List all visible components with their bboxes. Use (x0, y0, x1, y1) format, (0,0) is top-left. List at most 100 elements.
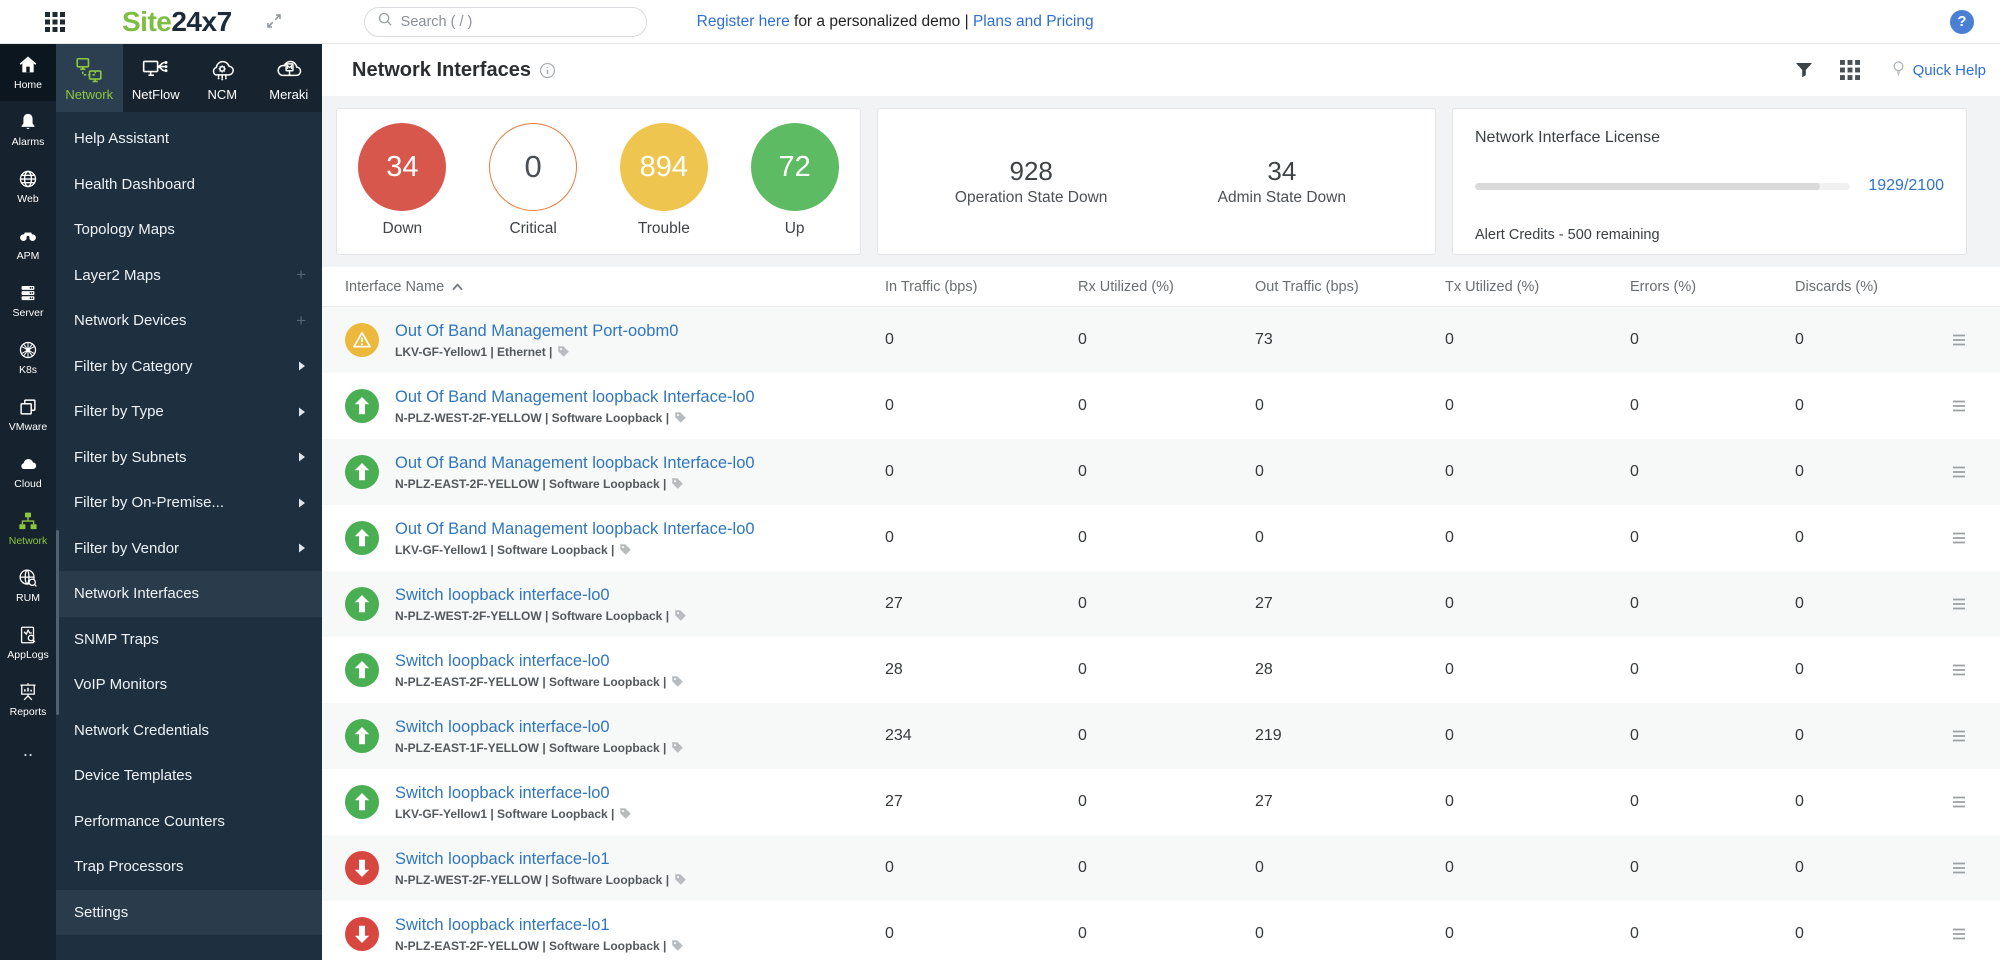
status-count-block[interactable]: 894 Trouble (620, 123, 708, 238)
apps-grid-icon[interactable] (40, 7, 70, 37)
filter-icon[interactable] (1794, 60, 1814, 80)
table-row[interactable]: Switch loopback interface-lo1 N-PLZ-EAST… (322, 901, 2000, 960)
row-menu-icon[interactable] (1951, 531, 1967, 545)
status-circle[interactable]: 72 (751, 123, 839, 211)
register-here-link[interactable]: Register here (697, 13, 790, 30)
row-menu-icon[interactable] (1951, 861, 1967, 875)
interface-link[interactable]: Switch loopback interface-lo0 (395, 651, 684, 672)
status-count-block[interactable]: 0 Critical (489, 123, 577, 238)
row-menu-icon[interactable] (1951, 795, 1967, 809)
plus-icon[interactable]: + (296, 311, 306, 331)
sidebar-menu-item[interactable]: Filter by Vendor (56, 526, 322, 572)
table-row[interactable]: Switch loopback interface-lo1 N-PLZ-WEST… (322, 835, 2000, 901)
table-row[interactable]: Switch loopback interface-lo0 N-PLZ-EAST… (322, 703, 2000, 769)
status-circle[interactable]: 0 (489, 123, 577, 211)
table-row[interactable]: Switch loopback interface-lo0 LKV-GF-Yel… (322, 769, 2000, 835)
interface-link[interactable]: Out Of Band Management loopback Interfac… (395, 387, 755, 408)
interface-link[interactable]: Out Of Band Management Port-oobm0 (395, 321, 678, 342)
sidebar-menu-item[interactable]: SNMP Traps (56, 617, 322, 663)
rail-item[interactable]: Cloud (0, 443, 56, 500)
sidebar-tab[interactable]: NCM (189, 44, 256, 112)
sidebar-menu-item[interactable]: Layer2 Maps + (56, 253, 322, 299)
sidebar-menu-item[interactable]: Trap Processors (56, 844, 322, 890)
sidebar-menu-item[interactable]: Device Templates (56, 753, 322, 799)
rail-item[interactable]: VMware (0, 386, 56, 443)
tag-icon[interactable] (619, 543, 632, 556)
column-in-traffic[interactable]: In Traffic (bps) (885, 279, 1078, 295)
sidebar-menu-item[interactable]: Network Interfaces (56, 571, 322, 617)
rail-item[interactable]: K8s (0, 329, 56, 386)
status-count-block[interactable]: 34 Down (358, 123, 446, 238)
column-out-traffic[interactable]: Out Traffic (bps) (1255, 279, 1445, 295)
sidebar-menu-item[interactable]: Network Credentials (56, 708, 322, 754)
status-circle[interactable]: 894 (620, 123, 708, 211)
quick-help-button[interactable]: Quick Help (1884, 59, 1986, 82)
state-stat[interactable]: 928 Operation State Down (906, 156, 1157, 207)
search-input[interactable] (401, 14, 634, 30)
interface-link[interactable]: Switch loopback interface-lo1 (395, 915, 684, 936)
sidebar-menu-item[interactable]: Help Assistant (56, 116, 322, 162)
table-row[interactable]: Out Of Band Management loopback Interfac… (322, 439, 2000, 505)
license-usage[interactable]: 1929/2100 (1868, 177, 1944, 195)
plus-icon[interactable]: + (296, 265, 306, 285)
interface-link[interactable]: Switch loopback interface-lo1 (395, 849, 687, 870)
row-menu-icon[interactable] (1951, 333, 1967, 347)
rail-item[interactable]: Reports (0, 671, 56, 728)
sidebar-menu-item[interactable]: Health Dashboard (56, 162, 322, 208)
column-errors[interactable]: Errors (%) (1630, 279, 1795, 295)
tag-icon[interactable] (674, 411, 687, 424)
status-count-block[interactable]: 72 Up (751, 123, 839, 238)
help-icon[interactable]: ? (1950, 10, 1974, 34)
interface-link[interactable]: Switch loopback interface-lo0 (395, 585, 687, 606)
tag-icon[interactable] (671, 675, 684, 688)
sidebar-menu-item[interactable]: Settings (56, 890, 322, 936)
rail-item[interactable]: Network (0, 500, 56, 557)
sidebar-menu-item[interactable]: Filter by Subnets (56, 435, 322, 481)
plans-pricing-link[interactable]: Plans and Pricing (973, 13, 1094, 30)
row-menu-icon[interactable] (1951, 597, 1967, 611)
row-menu-icon[interactable] (1951, 729, 1967, 743)
rail-item[interactable] (0, 728, 56, 785)
rail-item[interactable]: AppLogs (0, 614, 56, 671)
rail-item[interactable]: Alarms (0, 101, 56, 158)
rail-item[interactable]: APM (0, 215, 56, 272)
tag-icon[interactable] (671, 477, 684, 490)
sidebar-tab[interactable]: Network (56, 44, 123, 112)
row-menu-icon[interactable] (1951, 663, 1967, 677)
column-discards[interactable]: Discards (%) (1795, 279, 1950, 295)
tag-icon[interactable] (674, 873, 687, 886)
info-icon[interactable] (539, 62, 556, 79)
interface-link[interactable]: Out Of Band Management loopback Interfac… (395, 519, 755, 540)
interface-link[interactable]: Switch loopback interface-lo0 (395, 717, 684, 738)
tag-icon[interactable] (619, 807, 632, 820)
grid-view-icon[interactable] (1840, 60, 1860, 80)
column-tx-utilized[interactable]: Tx Utilized (%) (1445, 279, 1630, 295)
table-row[interactable]: Out Of Band Management loopback Interfac… (322, 373, 2000, 439)
table-row[interactable]: Switch loopback interface-lo0 N-PLZ-WEST… (322, 571, 2000, 637)
expand-icon[interactable] (264, 11, 286, 33)
sidebar-scrollbar[interactable] (56, 530, 59, 715)
global-search[interactable] (364, 7, 647, 37)
interface-link[interactable]: Switch loopback interface-lo0 (395, 783, 632, 804)
tag-icon[interactable] (671, 939, 684, 952)
sidebar-menu-item[interactable]: Network Devices + (56, 298, 322, 344)
rail-item[interactable]: Web (0, 158, 56, 215)
sidebar-menu-item[interactable]: Filter by Type (56, 389, 322, 435)
table-row[interactable]: Out Of Band Management loopback Interfac… (322, 505, 2000, 571)
tag-icon[interactable] (671, 741, 684, 754)
sidebar-menu-item[interactable]: Filter by Category (56, 344, 322, 390)
sidebar-menu-item[interactable]: Filter by On-Premise... (56, 480, 322, 526)
table-row[interactable]: Out Of Band Management Port-oobm0 LKV-GF… (322, 307, 2000, 373)
interface-link[interactable]: Out Of Band Management loopback Interfac… (395, 453, 755, 474)
table-row[interactable]: Switch loopback interface-lo0 N-PLZ-EAST… (322, 637, 2000, 703)
sidebar-tab[interactable]: NetFlow (123, 44, 190, 112)
sidebar-menu-item[interactable]: VoIP Monitors (56, 662, 322, 708)
row-menu-icon[interactable] (1951, 465, 1967, 479)
column-rx-utilized[interactable]: Rx Utilized (%) (1078, 279, 1255, 295)
row-menu-icon[interactable] (1951, 399, 1967, 413)
rail-item[interactable]: Server (0, 272, 56, 329)
rail-item[interactable]: Home (0, 44, 56, 101)
sidebar-menu-item[interactable]: Performance Counters (56, 799, 322, 845)
site24x7-logo[interactable]: Site24x7 (122, 6, 232, 38)
column-interface-name[interactable]: Interface Name (345, 279, 885, 295)
